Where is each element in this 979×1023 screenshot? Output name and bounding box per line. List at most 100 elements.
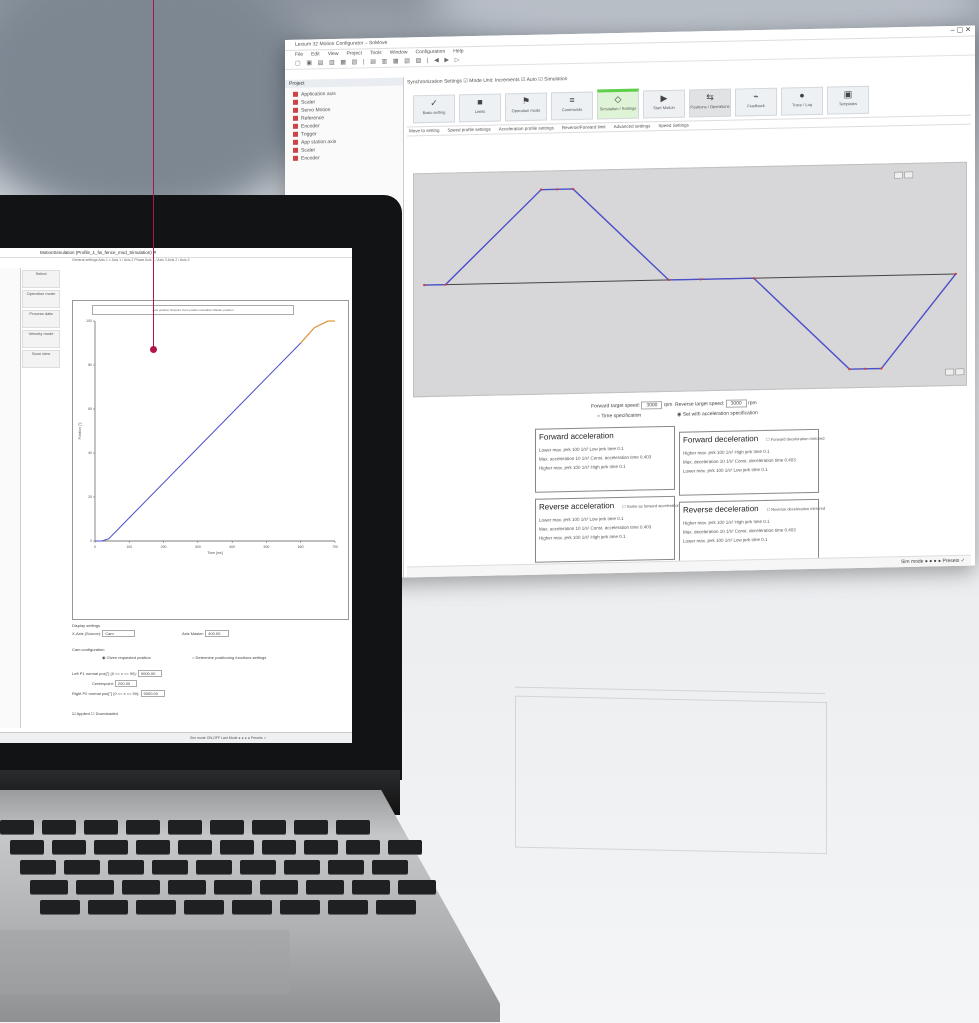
keyboard-key bbox=[76, 880, 114, 894]
ribbon-button[interactable]: ✓ Basic setting bbox=[413, 94, 455, 124]
profile-point bbox=[444, 283, 447, 286]
time-spec-radio[interactable]: ○ Time specification bbox=[597, 413, 641, 420]
apply-checkboxes[interactable]: ☑ Applied ☐ Downloaded bbox=[72, 711, 118, 716]
keyboard-key bbox=[126, 820, 160, 834]
y-tick-label: 40 bbox=[88, 451, 92, 455]
p1-input[interactable]: 9000.00 bbox=[137, 670, 163, 677]
keyboard-key bbox=[328, 900, 368, 914]
ribbon-button[interactable]: ⇆ Positions / Operations bbox=[689, 88, 731, 118]
y-tick-label: 100 bbox=[86, 319, 92, 323]
sim-side-button[interactable]: Velocity mode bbox=[22, 330, 60, 348]
display-settings-label: Display settings bbox=[72, 623, 101, 628]
sim-side-button[interactable]: Process data bbox=[22, 310, 60, 328]
centerpoint-input[interactable]: 200.00 bbox=[114, 680, 138, 687]
profile-tab[interactable]: Advanced settings bbox=[614, 123, 651, 129]
ribbon-label: Templates bbox=[838, 101, 858, 107]
ribbon-label: Trace / Log bbox=[791, 101, 813, 108]
keyboard-key bbox=[196, 860, 232, 874]
panel-row[interactable]: Lower max. jerk 100 1/s³ Low jerk time 0… bbox=[683, 464, 815, 476]
x-axis-select[interactable]: Cam bbox=[102, 630, 135, 637]
keyboard-key bbox=[284, 860, 320, 874]
motion-profile-chart bbox=[413, 161, 967, 398]
keyboard-key bbox=[304, 840, 338, 854]
keyboard-key bbox=[232, 900, 272, 914]
ribbon-button[interactable]: ▶ Start Motion bbox=[643, 89, 685, 119]
given-position-radio[interactable]: ◉ Given requested position bbox=[102, 655, 151, 660]
fwd-target-input[interactable]: 3000 bbox=[641, 401, 663, 410]
profile-point bbox=[699, 278, 702, 281]
keyboard-key bbox=[136, 840, 170, 854]
menu-item[interactable]: File bbox=[295, 52, 303, 58]
ribbon-button[interactable]: ● Trace / Log bbox=[781, 86, 823, 116]
rev-target-input[interactable]: 3000 bbox=[725, 399, 747, 408]
p2-input[interactable]: 9000.00 bbox=[140, 690, 166, 697]
ribbon-label: Limits bbox=[474, 108, 486, 115]
keyboard-key bbox=[372, 860, 408, 874]
ribbon-button[interactable]: ▣ Templates bbox=[827, 85, 869, 115]
chart-zoom-button[interactable] bbox=[904, 171, 914, 179]
profile-tab[interactable]: Speed profile settings bbox=[448, 127, 491, 133]
ribbon-icon: ⇆ bbox=[706, 92, 714, 103]
keyboard-key bbox=[240, 860, 276, 874]
panel-checkbox[interactable]: ☐ Forward deceleration mirrored bbox=[766, 436, 824, 442]
keyboard-key bbox=[0, 820, 34, 834]
fwd-target-label: Forward target speed: 3000 rpm bbox=[591, 401, 673, 410]
keyboard-key bbox=[40, 900, 80, 914]
profile-tab[interactable]: Acceleration profile settings bbox=[499, 125, 554, 131]
ribbon-button[interactable]: ⌁ Feedback bbox=[735, 87, 777, 117]
axis-master-input[interactable]: 400.00 bbox=[205, 630, 230, 637]
menu-item[interactable]: Tools bbox=[370, 50, 382, 56]
profile-tab[interactable]: Speed Settings bbox=[658, 123, 689, 129]
accel-spec-radio[interactable]: ◉ Set with acceleration specification bbox=[677, 410, 758, 418]
determine-settings-radio[interactable]: ○ Determine positioning functions settin… bbox=[192, 655, 266, 660]
profile-point bbox=[422, 283, 426, 287]
menu-item[interactable]: Help bbox=[453, 48, 463, 54]
ribbon-icon: ▶ bbox=[660, 92, 668, 104]
ribbon-label: Feedback bbox=[747, 102, 765, 109]
menu-item[interactable]: Window bbox=[390, 49, 408, 55]
profile-tab[interactable]: Reverse/Forward limit bbox=[562, 124, 606, 130]
panel-checkbox[interactable]: ☐ Reverse deceleration mirrored bbox=[767, 506, 826, 512]
position-plot-svg: 0 100 200 300 400 500 600 700100806040200Time [… bbox=[78, 319, 338, 555]
callout-line bbox=[153, 0, 154, 350]
keyboard-key bbox=[168, 820, 202, 834]
sim-side-button[interactable]: Scan view bbox=[22, 350, 60, 368]
chart-zoom-button[interactable] bbox=[894, 171, 903, 179]
profile-point bbox=[880, 367, 883, 370]
ribbon-button[interactable]: ◇ Simulation / Settings bbox=[597, 88, 639, 120]
panel-row[interactable]: Lower max. jerk 100 1/s³ Low jerk time 0… bbox=[683, 534, 815, 546]
ribbon-button[interactable]: ≡ Commands bbox=[551, 91, 593, 121]
accel-panel: Forward acceleration Lower max. jerk 100 … bbox=[535, 425, 675, 493]
rev-target-label: Reverse target speed: 3000 rpm bbox=[675, 399, 757, 408]
ribbon-icon: ◇ bbox=[614, 93, 622, 105]
menu-item[interactable]: View bbox=[328, 51, 339, 57]
keyboard-key bbox=[178, 840, 212, 854]
keyboard-key bbox=[352, 880, 390, 894]
menu-item[interactable]: Project bbox=[346, 50, 362, 56]
ribbon-button[interactable]: ⚑ Operation mode bbox=[505, 92, 547, 122]
chart-zoom-button[interactable] bbox=[955, 368, 965, 376]
profile-tab[interactable]: Move to setting bbox=[409, 128, 440, 134]
chart-zoom-button[interactable] bbox=[945, 368, 954, 376]
panel-row[interactable]: Higher max. jerk 100 1/s³ High jerk time… bbox=[539, 461, 671, 473]
panel-title: Reverse acceleration ☐ Same as forward ac… bbox=[539, 500, 680, 512]
panel-title: Forward acceleration bbox=[539, 430, 671, 442]
panel-row[interactable]: Higher max. jerk 100 1/s³ High jerk time… bbox=[539, 531, 671, 543]
keyboard-key bbox=[280, 900, 320, 914]
sim-tabs[interactable]: General settings Axis 1 × Axis 1 / Axis … bbox=[72, 258, 189, 262]
sim-side-button[interactable]: Select bbox=[22, 270, 60, 288]
setpoint-line bbox=[300, 320, 335, 344]
ribbon-button[interactable]: ■ Limits bbox=[459, 93, 501, 123]
tree-item[interactable]: Encoder bbox=[293, 153, 403, 163]
keyboard-key bbox=[152, 860, 188, 874]
keyboard-key bbox=[220, 840, 254, 854]
sim-side-button[interactable]: Operation mode bbox=[22, 290, 60, 308]
profile-point bbox=[864, 367, 867, 371]
y-axis-title: Position [°] bbox=[78, 423, 82, 440]
menu-item[interactable]: Edit bbox=[311, 51, 320, 57]
panel-checkbox[interactable]: ☐ Same as forward acceleration bbox=[622, 503, 680, 509]
window-controls[interactable]: – ▢ ✕ bbox=[951, 26, 971, 34]
velocity-profile-line bbox=[424, 188, 957, 370]
menu-item[interactable]: Configuration bbox=[415, 49, 445, 56]
keyboard-key bbox=[52, 840, 86, 854]
